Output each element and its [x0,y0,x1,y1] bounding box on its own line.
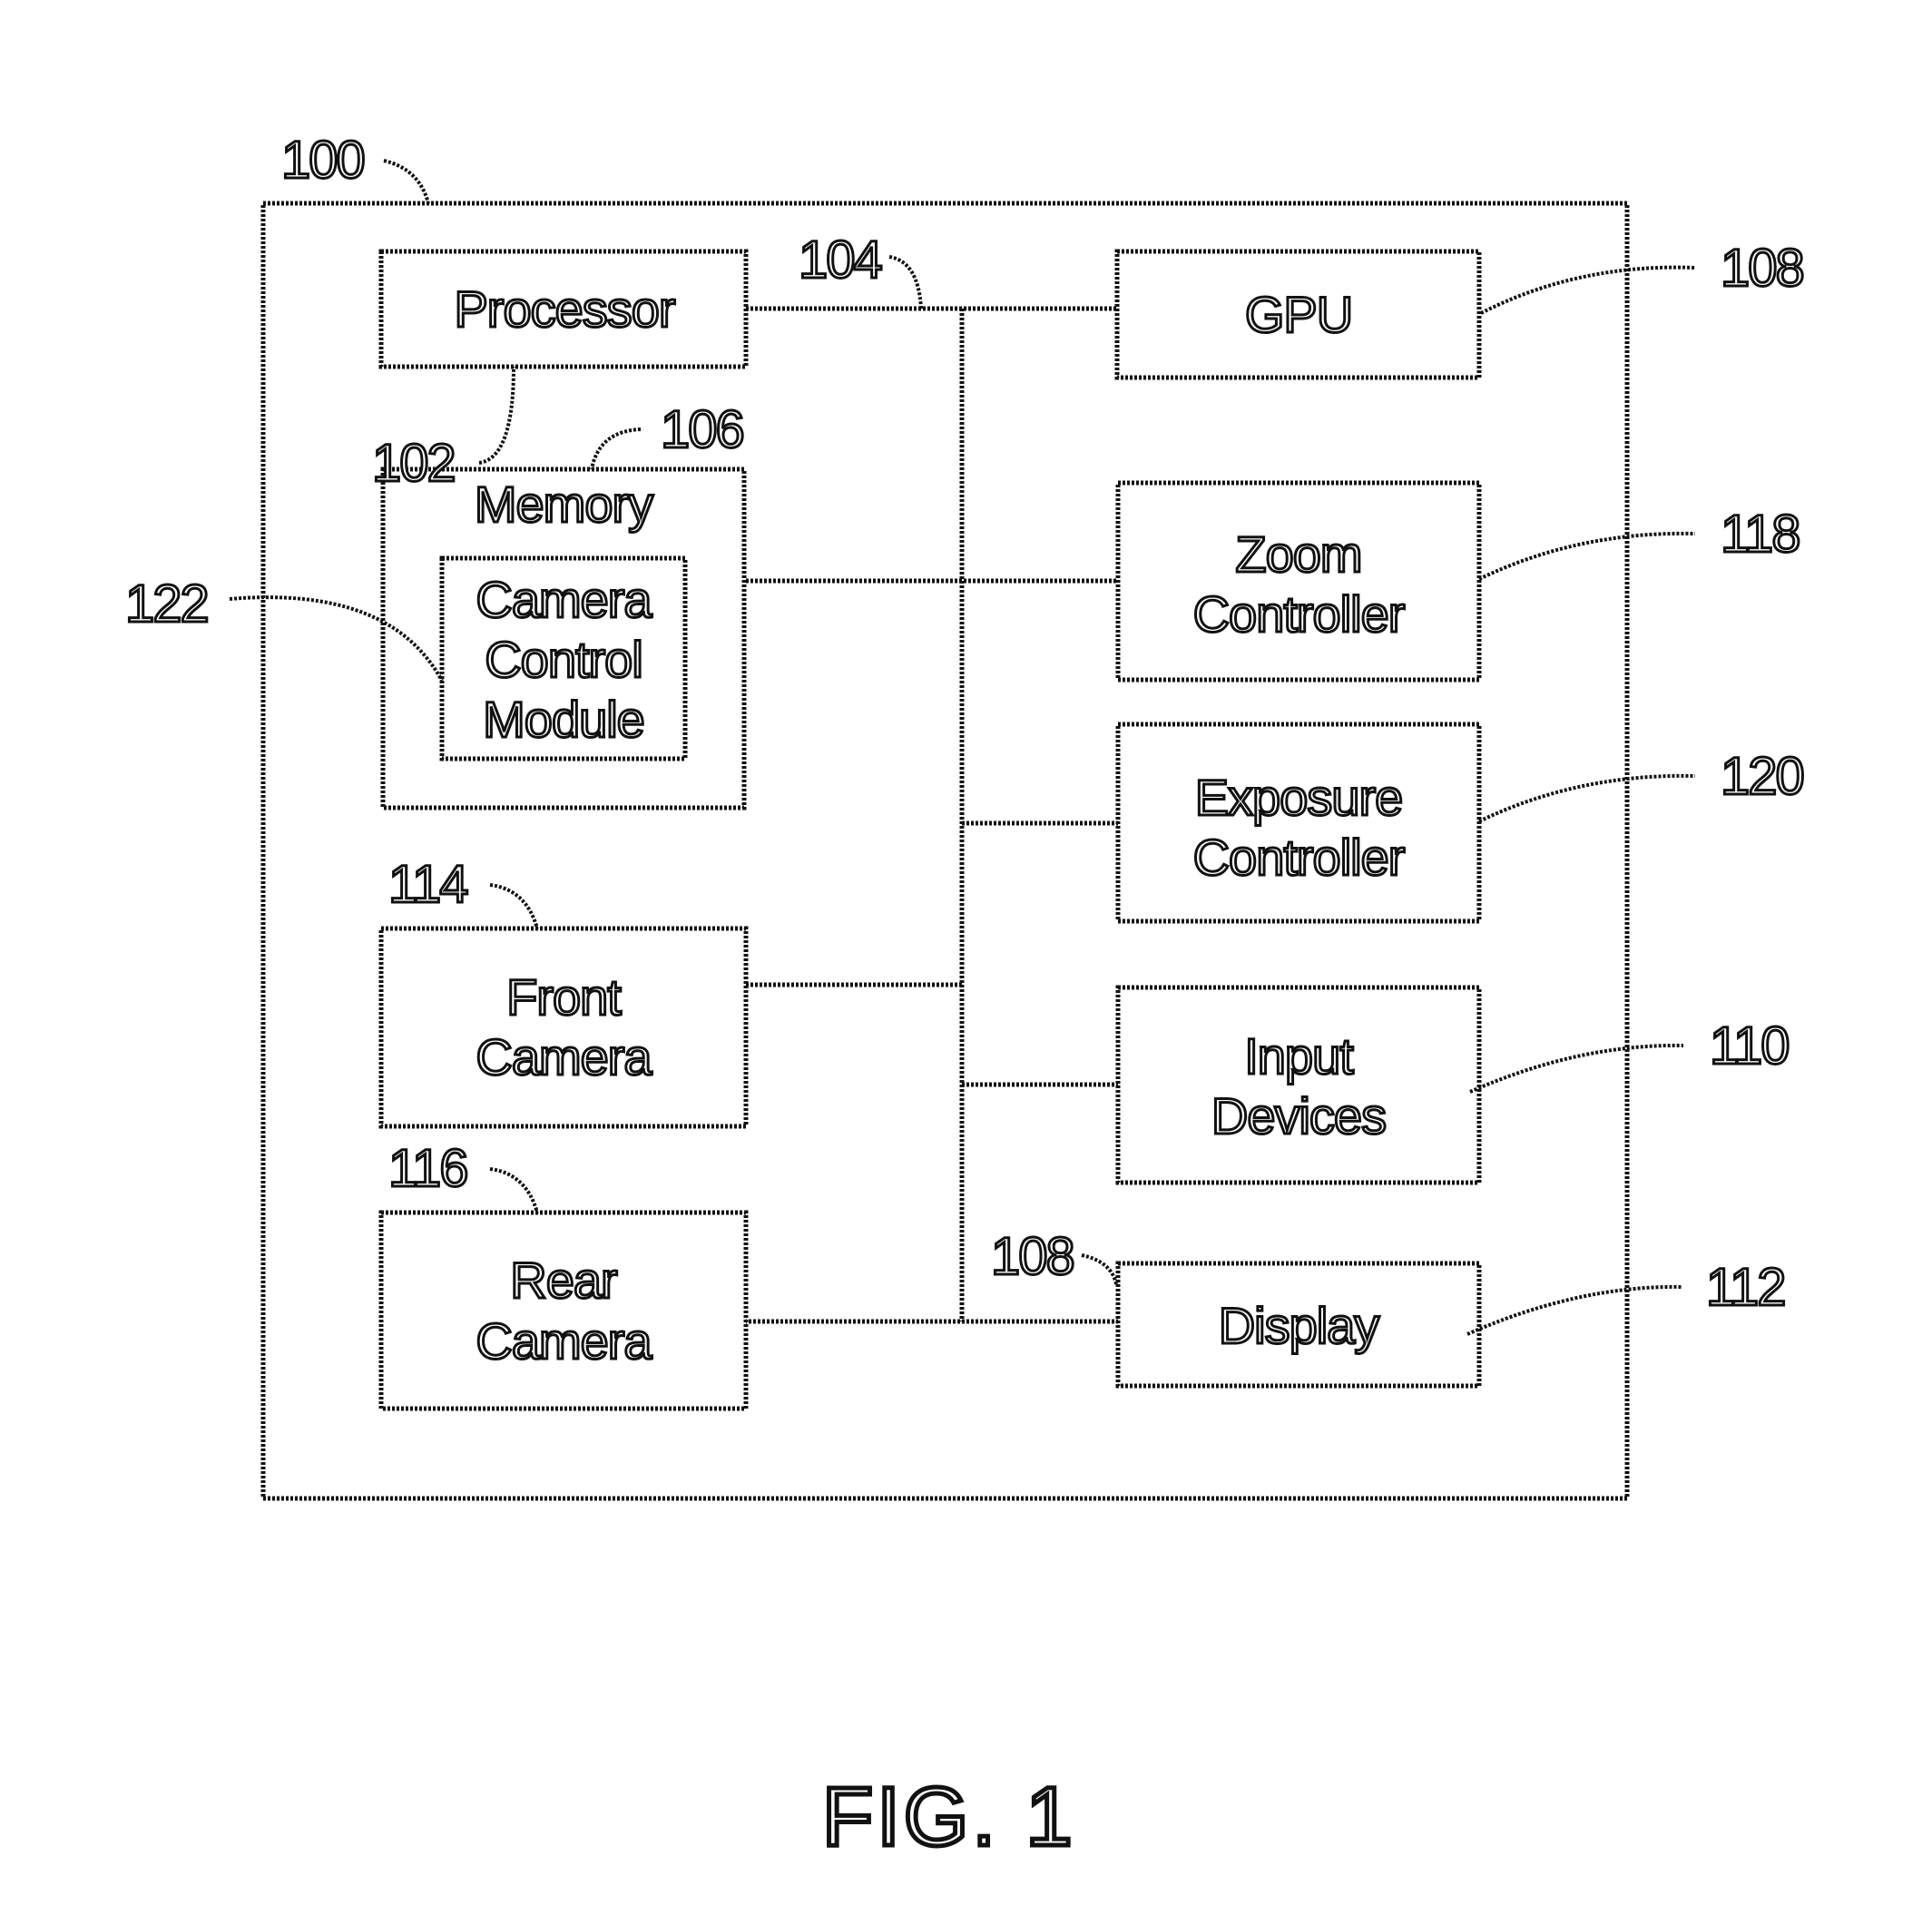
input-devices-label-line1: Input [1244,1027,1354,1085]
ref-118: 118 [1721,505,1799,564]
front-camera-label-line1: Front [506,968,622,1026]
ref-110: 110 [1710,1017,1788,1075]
camera-control-module-label-line2: Control [485,631,642,688]
front-camera-block [378,926,749,1129]
ref-112: 112 [1706,1258,1784,1317]
gpu-label: GPU [1245,286,1352,343]
processor-label: Processor [454,280,674,338]
camera-control-module-label-line1: Camera [476,571,652,628]
exposure-controller-label-line2: Controller [1193,829,1405,886]
rear-camera-label-line1: Rear [510,1252,617,1309]
memory-label: Memory [475,476,653,533]
zoom-controller-label-line1: Zoom [1235,525,1361,583]
leader-100 [383,159,430,204]
input-devices-label-line2: Devices [1211,1087,1386,1144]
ref-120: 120 [1721,747,1803,806]
exposure-controller-label-line1: Exposure [1195,769,1403,826]
zoom-controller-label-line2: Controller [1193,585,1405,643]
block-diagram: Processor Memory Camera Control Module F… [124,130,1807,1866]
ref-114: 114 [388,855,467,914]
figure-caption: FIG. 1 [822,1771,1076,1863]
rear-camera-label-line2: Camera [476,1312,652,1370]
ref-116: 116 [388,1139,466,1198]
front-camera-label-line2: Camera [476,1028,652,1085]
ref-108-display: 108 [991,1227,1074,1286]
rear-camera-block [378,1210,749,1411]
ref-108-gpu: 108 [1721,239,1803,298]
ref-106: 106 [661,400,743,459]
input-devices-block [1115,985,1482,1185]
display-label: Display [1219,1297,1380,1354]
ref-104: 104 [799,231,882,290]
ref-122: 122 [125,575,208,633]
ref-102: 102 [372,434,455,493]
ref-100: 100 [281,131,364,190]
camera-control-module-label-line3: Module [483,691,644,748]
